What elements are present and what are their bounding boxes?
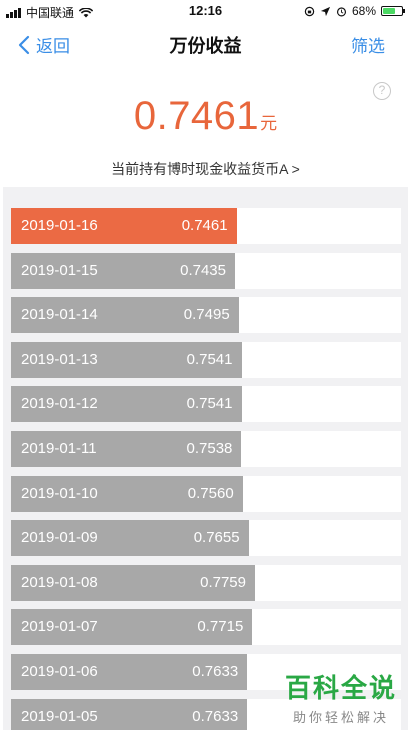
yield-bar[interactable]: 2019-01-08 0.7759 [11,564,255,601]
yield-bar[interactable]: 2019-01-05 0.7633 [11,698,248,730]
row-date: 2019-01-15 [21,261,98,279]
watermark-logo: 百科全说 助你轻松解决 [285,668,397,726]
yield-value: 0.7461 [133,94,260,138]
yield-unit: 元 [260,114,278,133]
current-yield: 0.7461元 [0,94,411,139]
row-value: 0.7541 [186,350,233,368]
row-date: 2019-01-12 [21,395,98,413]
watermark-subtitle: 助你轻松解决 [292,710,389,725]
yield-bar[interactable]: 2019-01-10 0.7560 [11,475,243,512]
filter-button[interactable]: 筛选 [351,32,385,57]
location-icon [320,6,331,16]
row-value: 0.7495 [183,306,230,324]
row-date: 2019-01-16 [21,217,98,234]
yield-bar[interactable]: 2019-01-11 0.7538 [11,431,242,467]
row-date: 2019-01-09 [21,529,98,547]
navigation-bar: 返回 万份收益 筛选 [0,22,411,64]
list-item: 2019-01-16 0.7461 [11,208,401,244]
yield-bar[interactable]: 2019-01-14 0.7495 [11,297,239,334]
row-date: 2019-01-06 [21,663,98,680]
yield-bar[interactable]: 2019-01-13 0.7541 [11,341,242,378]
row-value: 0.7655 [193,529,240,547]
row-date: 2019-01-11 [21,440,97,457]
row-value: 0.7538 [186,440,233,457]
row-date: 2019-01-14 [21,306,98,324]
yield-bar[interactable]: 2019-01-09 0.7655 [11,520,249,557]
row-value: 0.7435 [180,261,226,279]
row-date: 2019-01-08 [21,573,98,591]
yield-bar[interactable]: 2019-01-06 0.7633 [11,654,248,690]
row-value: 0.7461 [181,217,228,234]
list-item: 2019-01-10 0.7560 [11,475,401,512]
yield-list: 2019-01-16 0.7461 2019-01-15 0.7435 2019-01-… [3,187,408,730]
row-value: 0.7633 [192,663,239,680]
row-value: 0.7759 [200,573,246,591]
row-value: 0.7560 [187,484,234,502]
alarm-icon [336,6,347,16]
yield-bar-selected[interactable]: 2019-01-16 0.7461 [11,208,237,244]
battery-level [383,8,395,14]
status-right: 68% [304,4,405,18]
watermark-title: 百科全说 [284,673,397,703]
battery-icon [381,6,405,16]
row-date: 2019-01-07 [21,618,98,636]
row-date: 2019-01-05 [21,707,98,725]
status-bar: 中国联通 12:16 68% [0,0,411,22]
row-date: 2019-01-13 [21,350,98,368]
orientation-lock-icon [304,6,315,16]
list-item: 2019-01-07 0.7715 [11,609,401,646]
yield-bar[interactable]: 2019-01-07 0.7715 [11,609,253,646]
list-item: 2019-01-11 0.7538 [11,431,401,467]
list-item: 2019-01-14 0.7495 [11,297,401,334]
battery-percent: 68% [351,4,376,18]
row-value: 0.7541 [186,395,233,413]
list-item: 2019-01-12 0.7541 [11,386,401,423]
yield-bar[interactable]: 2019-01-15 0.7435 [11,252,235,289]
fund-link[interactable]: 当前持有博时现金收益货币A > [0,159,411,179]
row-value: 0.7715 [197,618,244,636]
yield-bar[interactable]: 2019-01-12 0.7541 [11,386,242,423]
list-item: 2019-01-13 0.7541 [11,341,401,378]
list-item: 2019-01-09 0.7655 [11,520,401,557]
list-item: 2019-01-15 0.7435 [11,252,401,289]
list-item: 2019-01-08 0.7759 [11,564,401,601]
row-value: 0.7633 [192,707,239,725]
page-title: 万份收益 [169,36,242,56]
row-date: 2019-01-10 [21,484,98,502]
